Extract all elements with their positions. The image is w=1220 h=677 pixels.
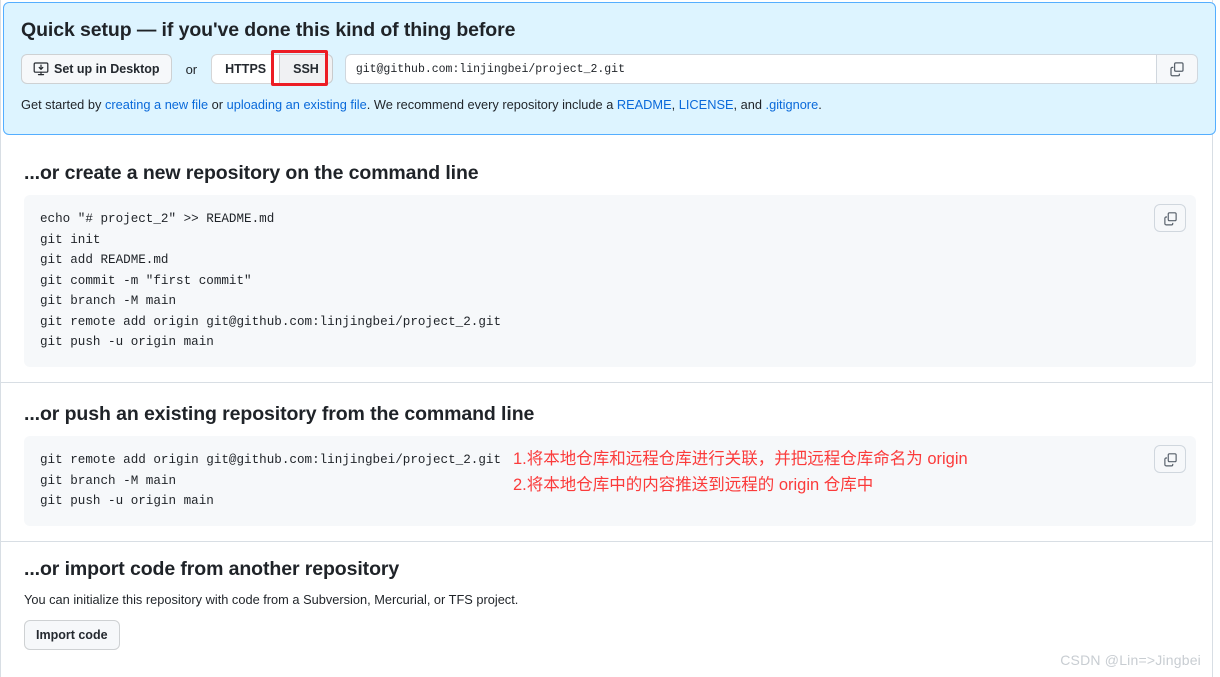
copy-create-commands-button[interactable]	[1154, 204, 1186, 233]
code-line: git remote add origin git@github.com:lin…	[40, 453, 502, 468]
code-line: git commit -m "first commit"	[40, 273, 252, 288]
quick-setup-hint: Get started by creating a new file or up…	[21, 96, 1198, 113]
code-line: git push -u origin main	[40, 335, 214, 350]
or-label: or	[185, 61, 198, 77]
quick-setup-banner: Quick setup — if you've done this kind o…	[3, 2, 1216, 135]
push-code-block: git remote add origin git@github.com:lin…	[24, 436, 1196, 526]
remote-url-field-group	[344, 54, 1198, 85]
code-line: git init	[40, 232, 101, 247]
hint-sep2: , and	[733, 97, 766, 113]
link-license[interactable]: LICENSE	[679, 97, 734, 112]
push-repository-section: ...or push an existing repository from t…	[0, 403, 1213, 526]
quick-setup-title: Quick setup — if you've done this kind o…	[21, 19, 516, 41]
quick-setup-controls: Set up in Desktop or HTTPS SSH	[21, 50, 1198, 87]
protocol-toggle-group: HTTPS SSH	[211, 50, 333, 87]
code-line: git add README.md	[40, 253, 169, 268]
import-section-title: ...or import code from another repositor…	[24, 558, 400, 580]
create-section-title: ...or create a new repository on the com…	[24, 162, 479, 184]
import-section-description: You can initialize this repository with …	[24, 592, 519, 608]
copy-push-commands-button[interactable]	[1154, 445, 1186, 474]
repository-setup-page: Quick setup — if you've done this kind o…	[0, 0, 1220, 677]
code-line: git branch -M main	[40, 294, 177, 309]
link-readme[interactable]: README	[617, 97, 672, 112]
csdn-watermark: CSDN @Lin=>Jingbei	[1060, 652, 1201, 668]
hint-suffix: .	[818, 97, 822, 113]
desktop-download-icon	[33, 61, 49, 77]
create-code-block: echo "# project_2" >> README.md git init…	[24, 195, 1196, 367]
code-line: git remote add origin git@github.com:lin…	[40, 314, 502, 329]
section-divider	[0, 541, 1213, 542]
create-repository-section: ...or create a new repository on the com…	[0, 162, 1213, 367]
copy-remote-url-button[interactable]	[1156, 54, 1198, 85]
remote-url-input[interactable]	[344, 54, 1156, 85]
hint-mid2: . We recommend every repository include …	[366, 97, 617, 113]
hint-sep1: ,	[671, 97, 679, 113]
code-line: git branch -M main	[40, 473, 177, 488]
link-gitignore[interactable]: .gitignore	[766, 97, 819, 112]
section-divider	[0, 382, 1213, 383]
set-up-in-desktop-button[interactable]: Set up in Desktop	[21, 54, 172, 85]
link-creating-a-new-file[interactable]: creating a new file	[105, 97, 208, 112]
hint-mid1: or	[208, 97, 227, 113]
link-uploading-an-existing-file[interactable]: uploading an existing file	[227, 97, 367, 112]
set-up-in-desktop-label: Set up in Desktop	[54, 62, 160, 77]
code-line: echo "# project_2" >> README.md	[40, 212, 275, 227]
import-code-section: ...or import code from another repositor…	[0, 558, 1213, 651]
protocol-https-button[interactable]: HTTPS	[211, 54, 280, 85]
code-line: git push -u origin main	[40, 494, 214, 509]
hint-prefix: Get started by	[21, 97, 105, 113]
protocol-ssh-button[interactable]: SSH	[279, 54, 333, 85]
push-section-title: ...or push an existing repository from t…	[24, 403, 535, 425]
import-code-button[interactable]: Import code	[24, 620, 120, 651]
